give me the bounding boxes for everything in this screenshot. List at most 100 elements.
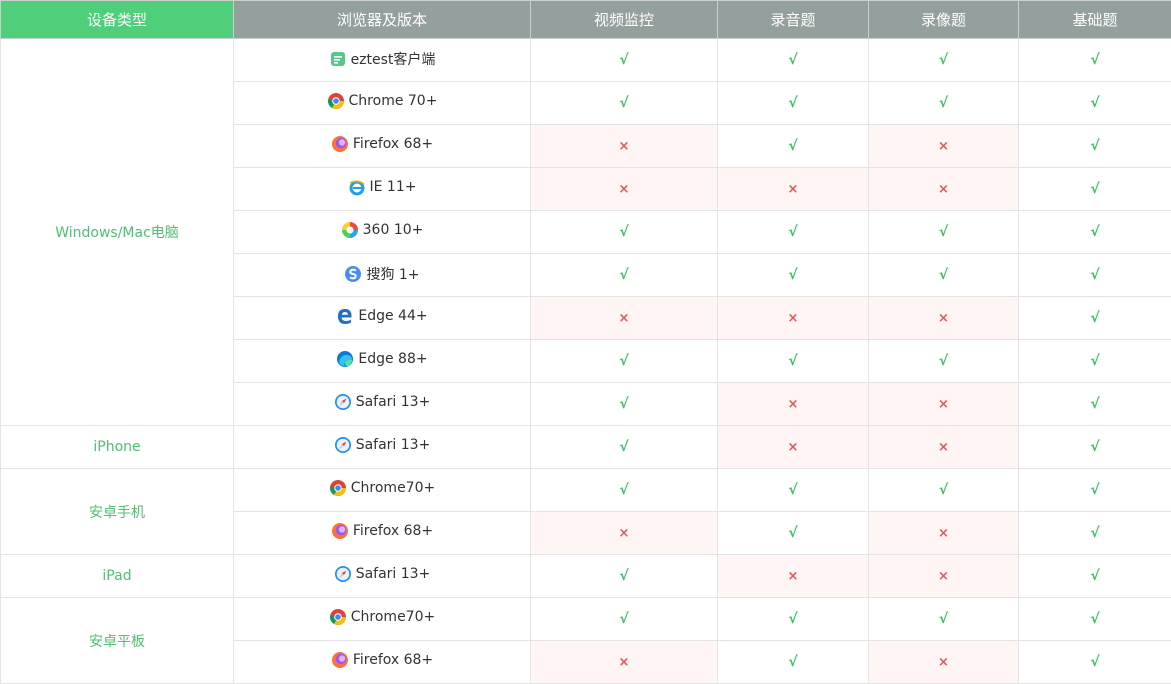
support-cell-video-monitoring: × (531, 125, 718, 168)
support-cell-audio-question: √ (718, 340, 869, 383)
browser-cell: Chrome 70+ (234, 82, 531, 125)
ie-icon (348, 178, 366, 196)
support-cell-video-monitoring: √ (531, 426, 718, 469)
support-cell-audio-question: √ (718, 125, 869, 168)
check-mark-icon: √ (939, 353, 948, 369)
browser-name: Chrome 70+ (349, 93, 438, 109)
sogou-icon (344, 265, 362, 283)
firefox-icon (331, 522, 349, 540)
cross-mark-icon: × (619, 139, 630, 154)
support-cell-audio-question: √ (718, 211, 869, 254)
support-cell-video-monitoring: √ (531, 555, 718, 598)
browser-label: IE 11+ (348, 178, 417, 196)
support-cell-video-monitoring: × (531, 297, 718, 340)
support-cell-audio-question: √ (718, 512, 869, 555)
check-mark-icon: √ (939, 482, 948, 498)
support-cell-video-question: √ (869, 82, 1019, 125)
check-mark-icon: √ (788, 482, 797, 498)
check-mark-icon: √ (788, 267, 797, 283)
browser-name: Chrome70+ (351, 609, 435, 625)
header-browser-version: 浏览器及版本 (234, 1, 531, 39)
check-mark-icon: √ (619, 95, 628, 111)
check-mark-icon: √ (788, 353, 797, 369)
device-type-cell: Windows/Mac电脑 (1, 39, 234, 426)
browser-cell: Safari 13+ (234, 555, 531, 598)
cross-mark-icon: × (938, 440, 949, 455)
browser-label: Firefox 68+ (331, 135, 433, 153)
support-cell-video-monitoring: √ (531, 82, 718, 125)
browser-cell: Firefox 68+ (234, 512, 531, 555)
header-basic-question: 基础题 (1019, 1, 1171, 39)
support-cell-audio-question: × (718, 426, 869, 469)
check-mark-icon: √ (939, 267, 948, 283)
support-cell-video-question: √ (869, 39, 1019, 82)
browser-compatibility-table: 设备类型 浏览器及版本 视频监控 录音题 录像题 基础题 Windows/Mac… (0, 0, 1171, 684)
support-cell-video-question: × (869, 297, 1019, 340)
browser-name: Chrome70+ (351, 480, 435, 496)
check-mark-icon: √ (619, 224, 628, 240)
browser-label: 360 10+ (341, 221, 424, 239)
browser-name: Safari 13+ (356, 566, 431, 582)
browser-name: Safari 13+ (356, 437, 431, 453)
browser-cell: eztest客户端 (234, 39, 531, 82)
support-cell-video-question: × (869, 383, 1019, 426)
browser-label: Safari 13+ (334, 436, 431, 454)
check-mark-icon: √ (788, 654, 797, 670)
chrome-icon (327, 92, 345, 110)
check-mark-icon: √ (619, 267, 628, 283)
firefox-icon (331, 651, 349, 669)
header-video-monitoring: 视频监控 (531, 1, 718, 39)
edge-legacy-icon (336, 307, 354, 325)
cross-mark-icon: × (938, 569, 949, 584)
check-mark-icon: √ (1090, 568, 1099, 584)
header-video-question: 录像题 (869, 1, 1019, 39)
chrome-icon (329, 608, 347, 626)
browser-label: Safari 13+ (334, 393, 431, 411)
support-cell-video-monitoring: √ (531, 254, 718, 297)
support-cell-video-monitoring: √ (531, 469, 718, 512)
check-mark-icon: √ (939, 52, 948, 68)
device-type-cell: 安卓手机 (1, 469, 234, 555)
browser-cell: Firefox 68+ (234, 641, 531, 684)
support-cell-audio-question: × (718, 168, 869, 211)
support-cell-basic-question: √ (1019, 383, 1171, 426)
browser-cell: Safari 13+ (234, 383, 531, 426)
browser-name: Firefox 68+ (353, 136, 433, 152)
support-cell-video-monitoring: × (531, 168, 718, 211)
check-mark-icon: √ (619, 568, 628, 584)
table-row: iPhoneSafari 13+√××√ (1, 426, 1171, 469)
support-cell-video-monitoring: × (531, 512, 718, 555)
check-mark-icon: √ (1090, 396, 1099, 412)
browser-label: Edge 88+ (336, 350, 427, 368)
browser-name: Edge 44+ (358, 308, 427, 324)
browser-name: 360 10+ (363, 222, 424, 238)
check-mark-icon: √ (1090, 267, 1099, 283)
support-cell-video-question: × (869, 641, 1019, 684)
table-row: iPadSafari 13+√××√ (1, 555, 1171, 598)
browser-name: Firefox 68+ (353, 523, 433, 539)
support-cell-audio-question: √ (718, 641, 869, 684)
cross-mark-icon: × (938, 655, 949, 670)
support-cell-video-question: × (869, 426, 1019, 469)
check-mark-icon: √ (1090, 224, 1099, 240)
check-mark-icon: √ (619, 482, 628, 498)
browser-cell: Chrome70+ (234, 469, 531, 512)
support-cell-audio-question: √ (718, 82, 869, 125)
header-device-type: 设备类型 (1, 1, 234, 39)
cross-mark-icon: × (938, 526, 949, 541)
check-mark-icon: √ (788, 224, 797, 240)
cross-mark-icon: × (619, 655, 630, 670)
cross-mark-icon: × (619, 311, 630, 326)
check-mark-icon: √ (619, 611, 628, 627)
check-mark-icon: √ (788, 611, 797, 627)
support-cell-video-question: √ (869, 211, 1019, 254)
support-cell-video-monitoring: √ (531, 598, 718, 641)
cross-mark-icon: × (938, 139, 949, 154)
support-cell-basic-question: √ (1019, 598, 1171, 641)
check-mark-icon: √ (1090, 482, 1099, 498)
support-cell-audio-question: √ (718, 39, 869, 82)
browser-cell: Edge 44+ (234, 297, 531, 340)
check-mark-icon: √ (1090, 181, 1099, 197)
support-cell-audio-question: √ (718, 598, 869, 641)
check-mark-icon: √ (1090, 654, 1099, 670)
